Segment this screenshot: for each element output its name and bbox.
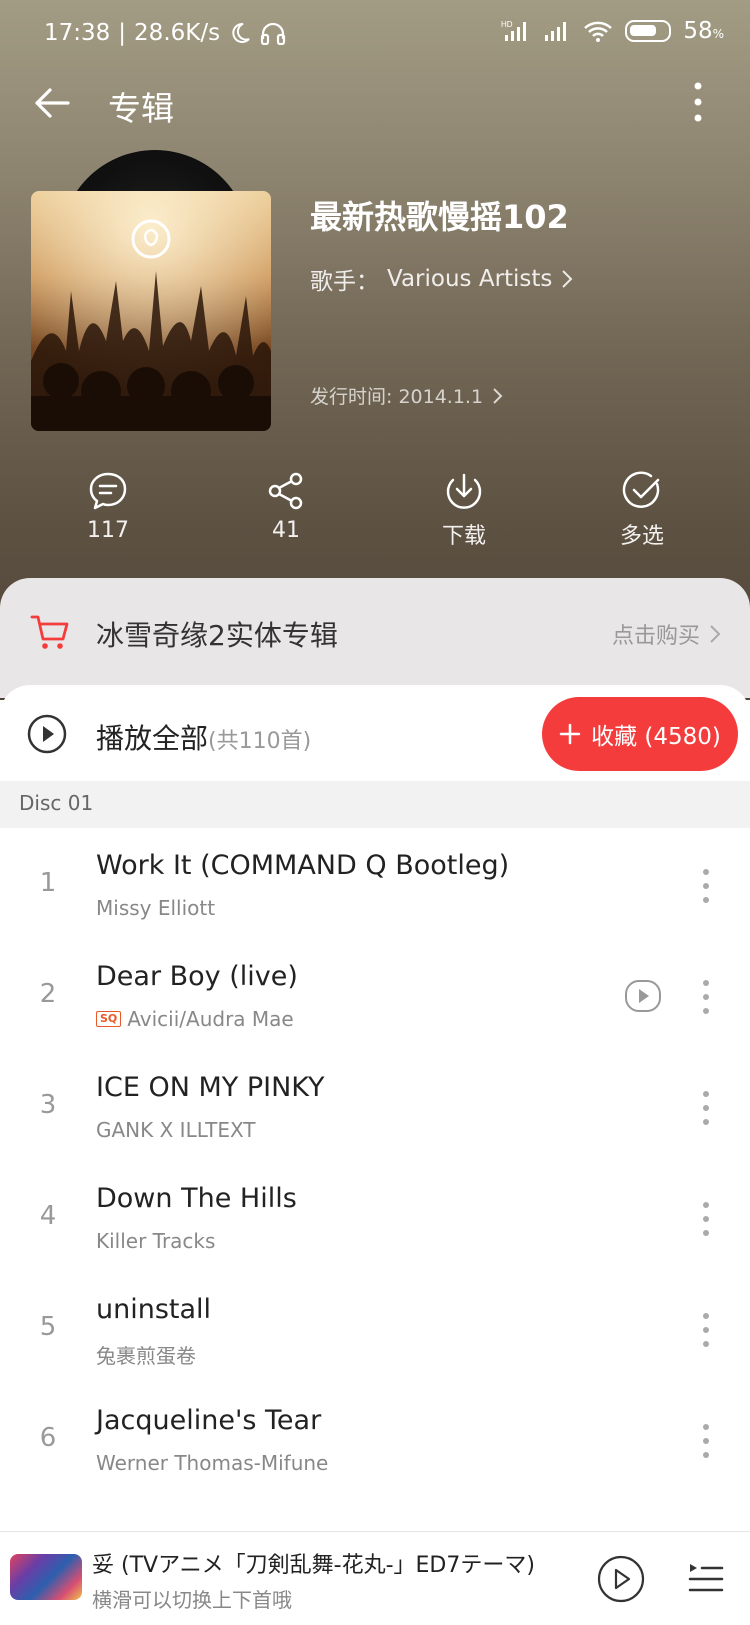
track-title: Dear Boy (live) [96,961,298,992]
more-vertical-icon[interactable] [700,1310,712,1350]
more-vertical-icon[interactable] [700,977,712,1017]
track-row[interactable]: 6 Jacqueline's Tear Werner Thomas-Mifune [0,1383,750,1498]
comment-count: 117 [87,518,129,543]
plus-icon [559,723,581,745]
more-vertical-icon[interactable] [700,866,712,906]
track-title: ICE ON MY PINKY [96,1072,325,1103]
battery-icon [625,20,672,42]
track-number: 3 [39,1090,57,1120]
play-all-button[interactable]: 播放全部(共110首) [96,717,311,757]
check-circle-icon [622,471,660,508]
multiselect-button[interactable]: 多选 [582,470,702,550]
play-all-bar: 播放全部(共110首) 收藏 (4580) [0,685,750,781]
track-number: 1 [39,868,57,898]
play-circle-icon[interactable] [26,713,68,755]
battery-level: 58 [683,18,713,44]
track-row[interactable]: 2 Dear Boy (live) SQ Avicii/Audra Mae [0,939,750,1054]
more-vertical-icon[interactable] [700,1199,712,1239]
chevron-right-icon [493,387,503,404]
now-playing-hint: 横滑可以切换上下首哦 [92,1588,292,1612]
play-button-icon[interactable] [596,1554,646,1604]
track-row[interactable]: 1 Work It (COMMAND Q Bootleg) Missy Elliot… [0,828,750,943]
share-count: 41 [272,518,300,543]
artist-link[interactable]: 歌手： Various Artists [310,262,574,296]
play-all-label: 播放全部 [96,722,209,755]
track-artist: Werner Thomas-Mifune [96,1451,329,1475]
video-play-icon[interactable] [624,979,662,1013]
album-title: 最新热歌慢摇102 [310,198,569,236]
shopping-cart-icon [30,615,69,649]
moon-icon [232,22,250,43]
download-label: 下载 [441,524,486,549]
disc-header: Disc 01 [0,781,750,828]
download-icon [446,473,482,509]
comment-icon [89,472,127,510]
svg-text:HD: HD [501,20,513,29]
track-artist-row: GANK X ILLTEXT [96,1118,256,1142]
chevron-right-icon [710,625,721,643]
track-number: 6 [39,1423,57,1453]
app-bar: 专辑 [0,70,750,134]
sq-quality-badge: SQ [96,1011,122,1027]
back-arrow-icon[interactable] [28,78,78,128]
track-title: Work It (COMMAND Q Bootleg) [96,850,510,881]
track-artist-row: Werner Thomas-Mifune [96,1451,328,1475]
wifi-icon [584,21,613,42]
release-date-link[interactable]: 发行时间: 2014.1.1 [310,382,503,409]
concert-crowd-image [31,191,271,431]
track-artist-row: SQ Avicii/Audra Mae [96,1007,294,1031]
physical-album-banner[interactable]: 冰雪奇缘2实体专辑 点击购买 [0,578,750,698]
comment-button[interactable]: 117 [48,470,168,543]
track-artist-row: Missy Elliott [96,896,215,920]
artist-name: Various Artists [387,266,553,292]
promo-text: 冰雪奇缘2实体专辑 [96,619,338,652]
collect-label: 收藏 (4580) [591,724,721,750]
track-title: uninstall [96,1294,212,1325]
track-artist: GANK X ILLTEXT [96,1118,256,1142]
collect-button[interactable]: 收藏 (4580) [542,697,738,771]
more-vertical-icon[interactable] [700,1421,712,1461]
track-artist: Missy Elliott [96,896,216,920]
track-number: 2 [39,979,57,1009]
track-row[interactable]: 3 ICE ON MY PINKY GANK X ILLTEXT [0,1050,750,1165]
track-row[interactable]: 5 uninstall 兔裹煎蛋卷 [0,1272,750,1387]
track-artist-row: Killer Tracks [96,1229,215,1253]
headphones-icon [260,22,286,45]
share-button[interactable]: 41 [226,470,346,543]
hd-signal-icon: HD [501,20,527,41]
share-icon [268,472,303,510]
download-button[interactable]: 下载 [404,470,524,550]
network-speed: 28.6K/s [134,20,221,46]
album-cover[interactable] [31,191,271,431]
track-number: 4 [39,1201,57,1231]
multiselect-label: 多选 [619,524,664,549]
page-title: 专辑 [108,89,174,128]
track-row[interactable]: 4 Down The Hills Killer Tracks [0,1161,750,1276]
disc-label: Disc 01 [19,791,94,815]
track-artist-row: 兔裹煎蛋卷 [96,1340,196,1369]
status-bar: 17:38 | 28.6K/s HD 58% [44,18,724,46]
release-date: 发行时间: 2014.1.1 [310,386,484,408]
track-artist: Killer Tracks [96,1229,216,1253]
now-playing-title: 妥 (TVアニメ「刀剣乱舞-花丸-」ED7テーマ) [92,1553,535,1578]
now-playing-artwork[interactable] [10,1554,82,1600]
track-title: Down The Hills [96,1183,297,1214]
buy-link[interactable]: 点击购买 [612,618,722,650]
artist-label: 歌手： [310,269,379,295]
signal-icon [545,22,567,41]
track-title: Jacqueline's Tear [96,1405,322,1436]
chevron-right-icon [562,270,573,288]
track-artist: Avicii/Audra Mae [127,1007,294,1031]
status-time: 17:38 [44,20,111,46]
track-count: (共110首) [208,729,312,754]
more-vertical-icon[interactable] [700,1088,712,1128]
track-artist: 兔裹煎蛋卷 [96,1344,196,1368]
album-actions: 117 41 下载 多选 [0,470,750,560]
buy-label: 点击购买 [611,624,700,649]
track-number: 5 [39,1312,57,1342]
more-vertical-icon[interactable] [690,80,706,124]
mini-player[interactable]: 妥 (TVアニメ「刀剣乱舞-花丸-」ED7テーマ) 横滑可以切换上下首哦 [0,1531,750,1625]
playlist-icon[interactable] [686,1558,726,1598]
